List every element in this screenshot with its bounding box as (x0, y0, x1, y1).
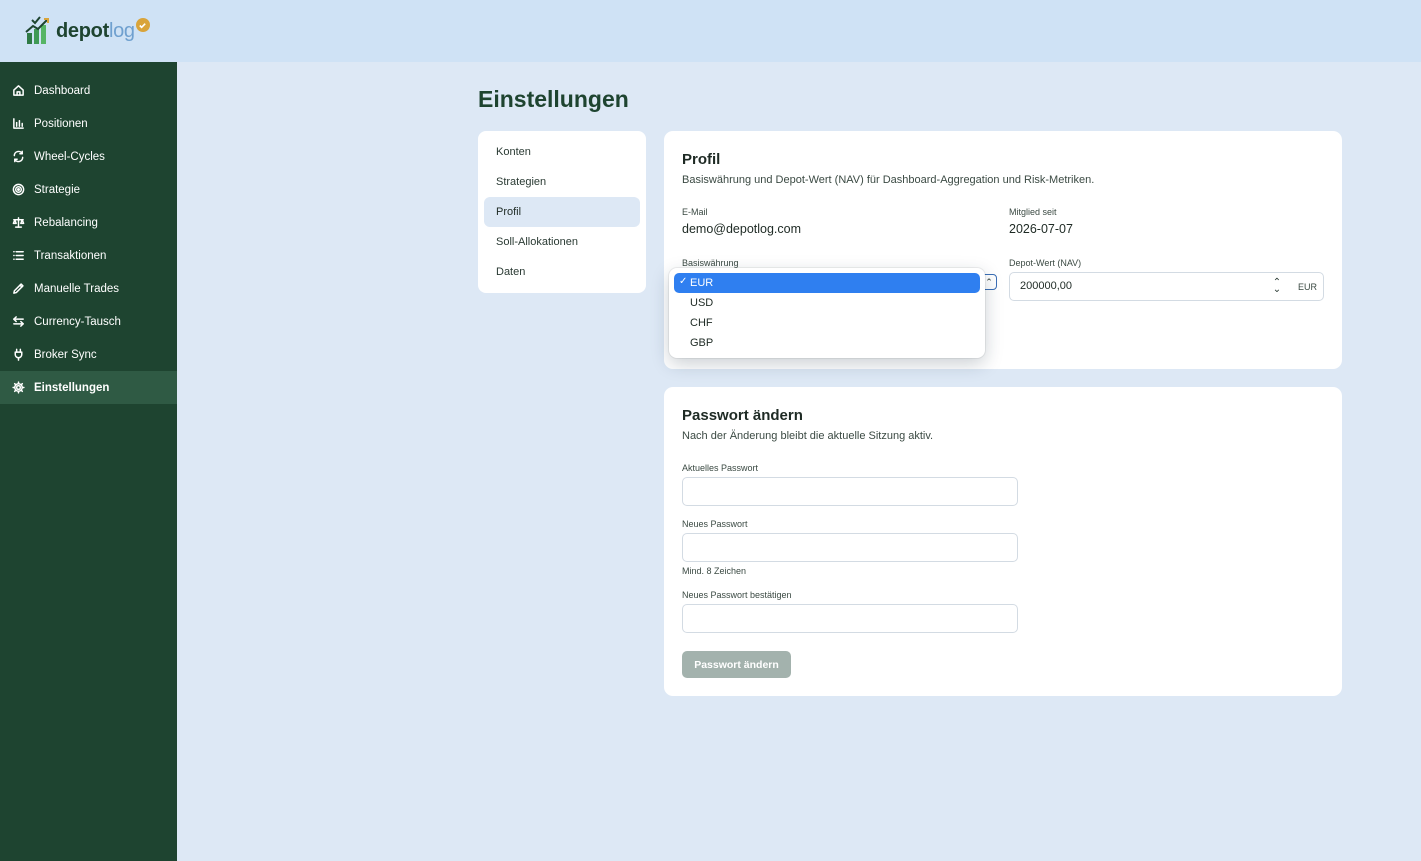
sidebar-item-wheel-cycles[interactable]: Wheel-Cycles (0, 140, 177, 173)
email-label: E-Mail (682, 207, 708, 217)
settings-subnav: Konten Strategien Profil Soll-Allokation… (478, 131, 646, 293)
sidebar-item-strategie[interactable]: Strategie (0, 173, 177, 206)
sidebar-item-currency-tausch[interactable]: Currency-Tausch (0, 305, 177, 338)
sidebar-nav: Dashboard Positionen Wheel-Cycles Strate… (0, 62, 177, 404)
sidebar-item-label: Currency-Tausch (34, 315, 121, 328)
confirm-password-field[interactable] (682, 604, 1018, 633)
new-password-label: Neues Passwort (682, 519, 748, 529)
subnav-item-soll-allokationen[interactable]: Soll-Allokationen (484, 227, 640, 257)
home-icon (12, 84, 25, 97)
new-password-field[interactable] (682, 533, 1018, 562)
member-since-value: 2026-07-07 (1009, 222, 1073, 236)
currency-option-eur[interactable]: ✓ EUR (674, 273, 980, 293)
base-currency-dropdown[interactable]: ✓ EUR USD CHF GBP (669, 268, 985, 358)
currency-option-usd[interactable]: USD (674, 293, 980, 313)
subnav-item-konten[interactable]: Konten (484, 137, 640, 167)
subnav-item-profil[interactable]: Profil (484, 197, 640, 227)
confirm-password-label: Neues Passwort bestätigen (682, 590, 792, 600)
sidebar-item-einstellungen[interactable]: Einstellungen (0, 371, 177, 404)
profile-title: Profil (682, 151, 721, 168)
page-title: Einstellungen (478, 86, 629, 112)
target-icon (12, 183, 25, 196)
nav-label: Depot-Wert (NAV) (1009, 258, 1082, 268)
subnav-item-strategien[interactable]: Strategien (484, 167, 640, 197)
current-password-field[interactable] (682, 477, 1018, 506)
nav-input-value: 200000,00 (1020, 280, 1072, 292)
sidebar-item-label: Transaktionen (34, 249, 107, 262)
nav-currency-suffix: EUR (1298, 282, 1318, 292)
sidebar-item-manuelle-trades[interactable]: Manuelle Trades (0, 272, 177, 305)
sidebar-item-label: Broker Sync (34, 348, 97, 361)
sidebar-item-broker-sync[interactable]: Broker Sync (0, 338, 177, 371)
base-currency-label: Basiswährung (682, 258, 739, 268)
plug-icon (12, 348, 25, 361)
new-password-hint: Mind. 8 Zeichen (682, 566, 747, 576)
sidebar-item-label: Rebalancing (34, 216, 98, 229)
check-icon: ✓ (679, 276, 688, 287)
swap-icon (12, 315, 25, 328)
refresh-icon (12, 150, 25, 163)
sidebar-item-label: Einstellungen (34, 381, 110, 394)
sidebar-item-label: Manuelle Trades (34, 282, 120, 295)
change-password-button[interactable]: Passwort ändern (682, 651, 791, 678)
bar-chart-icon (12, 117, 25, 130)
sidebar-item-rebalancing[interactable]: Rebalancing (0, 206, 177, 239)
password-subtitle: Nach der Änderung bleibt die aktuelle Si… (682, 430, 934, 442)
top-bar (177, 0, 1421, 62)
sidebar-item-label: Wheel-Cycles (34, 150, 105, 163)
subnav-item-daten[interactable]: Daten (484, 257, 640, 287)
password-card: Passwort ändern Nach der Änderung bleibt… (664, 387, 1342, 696)
sidebar-item-transaktionen[interactable]: Transaktionen (0, 239, 177, 272)
logo[interactable]: depotlog (0, 0, 177, 62)
gear-icon (12, 381, 25, 394)
pencil-icon (12, 282, 25, 295)
current-password-label: Aktuelles Passwort (682, 463, 759, 473)
logo-chart-icon (24, 16, 54, 46)
currency-option-chf[interactable]: CHF (674, 313, 980, 333)
currency-option-gbp[interactable]: GBP (674, 333, 980, 353)
logo-text: depotlog (56, 19, 135, 42)
profile-subtitle: Basiswährung und Depot-Wert (NAV) für Da… (682, 174, 1095, 186)
sidebar-item-label: Dashboard (34, 84, 91, 97)
stepper-icon[interactable]: ⌃ ⌄ (1272, 278, 1282, 295)
member-since-label: Mitglied seit (1009, 207, 1057, 217)
sidebar-item-positionen[interactable]: Positionen (0, 107, 177, 140)
scale-icon (12, 216, 25, 229)
nav-input[interactable]: 200000,00 ⌃ ⌄ EUR (1009, 272, 1324, 301)
sidebar-item-label: Strategie (34, 183, 81, 196)
list-icon (12, 249, 25, 262)
sidebar-item-dashboard[interactable]: Dashboard (0, 74, 177, 107)
sidebar: depotlog Dashboard Positionen Wheel-Cycl… (0, 0, 177, 861)
sidebar-item-label: Positionen (34, 117, 88, 130)
logo-badge-icon (135, 18, 150, 32)
email-value: demo@depotlog.com (682, 222, 802, 236)
password-title: Passwort ändern (682, 407, 803, 424)
